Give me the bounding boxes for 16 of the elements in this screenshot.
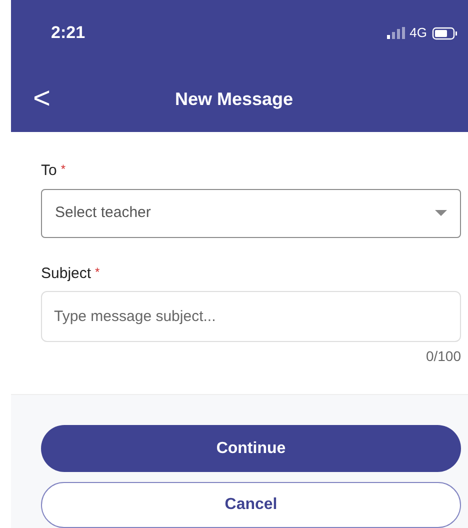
dropdown-caret-icon [435, 210, 447, 216]
field-label: To [41, 161, 57, 182]
network-label: 4G [410, 24, 427, 42]
field-label: Subject [41, 264, 92, 284]
continue-button[interactable]: Continue [41, 425, 461, 472]
required-mark: * [60, 161, 66, 178]
screen-title: New Message [174, 88, 294, 111]
status-time: 2:21 [51, 22, 86, 44]
signal-icon [386, 27, 405, 39]
battery-icon [432, 26, 458, 40]
character-counter: 0/100 [426, 347, 461, 366]
teacher-select[interactable]: Select teacher [41, 188, 461, 238]
subject-field[interactable]: Type message subject... [41, 291, 461, 342]
cancel-button[interactable]: Cancel [41, 482, 461, 528]
required-mark: * [95, 264, 100, 281]
back-button[interactable]: < [33, 84, 51, 114]
